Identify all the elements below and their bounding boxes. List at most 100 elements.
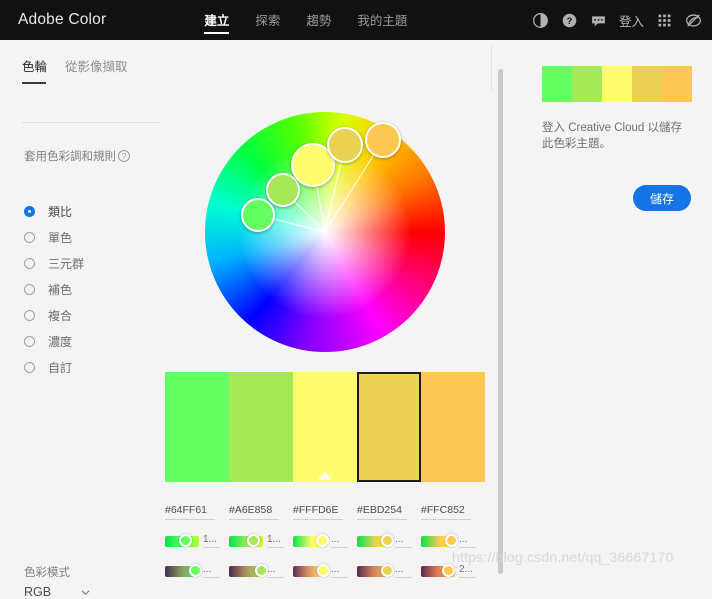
top-navigation-bar: Adobe Color 建立 探索 趨勢 我的主題 ? 登入 (0, 0, 712, 40)
hex-input-1[interactable]: #64FF61 (165, 504, 215, 520)
slider-secondary-5[interactable] (421, 564, 456, 577)
slider-secondary-knob-1[interactable] (189, 564, 203, 577)
theme-preview-strip (542, 66, 692, 102)
save-button[interactable]: 儲存 (633, 185, 691, 211)
slider-primary-2[interactable] (229, 534, 263, 547)
slider-primary-knob-2[interactable] (246, 534, 260, 547)
slider-primary-knob-5[interactable] (444, 534, 458, 547)
wheel-marker-5[interactable] (365, 122, 401, 158)
slider-secondary-knob-5[interactable] (442, 564, 456, 577)
rule-label: 三元群 (48, 256, 85, 271)
rule-option-analogous[interactable]: 類比 (24, 198, 84, 224)
rule-option-compound[interactable]: 複合 (24, 302, 84, 328)
slider-primary-cell-4: ... (357, 534, 421, 548)
radio-icon (24, 257, 35, 269)
rule-option-complementary[interactable]: 補色 (24, 276, 84, 302)
rule-option-shades[interactable]: 濃度 (24, 328, 84, 354)
slider-secondary-knob-2[interactable] (254, 564, 268, 577)
nav-item-explore[interactable]: 探索 (255, 10, 280, 30)
slider-primary-cell-3: ... (293, 534, 357, 548)
slider-primary-3[interactable] (293, 534, 330, 547)
color-palette-strip (165, 372, 485, 482)
slider-primary-cell-2: 1... (229, 534, 293, 548)
tab-color-wheel[interactable]: 色輪 (22, 56, 47, 84)
slider-primary-knob-3[interactable] (316, 534, 330, 547)
hex-input-2[interactable]: #A6E858 (229, 504, 279, 520)
rule-label: 濃度 (48, 334, 73, 349)
radio-icon (24, 361, 35, 373)
rule-label: 複合 (48, 308, 73, 323)
feedback-chat-icon[interactable] (590, 12, 607, 29)
hex-cell-5: #FFC852 (421, 500, 485, 520)
radio-icon (24, 205, 35, 217)
palette-swatch-1[interactable] (165, 372, 229, 482)
contrast-icon[interactable] (532, 12, 549, 29)
tab-divider (22, 122, 172, 123)
app-grid-icon[interactable] (656, 12, 673, 29)
preview-cell-5 (662, 66, 692, 102)
rule-option-triad[interactable]: 三元群 (24, 250, 84, 276)
palette-swatch-2[interactable] (229, 372, 293, 482)
help-circle-icon[interactable]: ? (561, 12, 578, 29)
rule-label: 補色 (48, 282, 73, 297)
slider-primary-value-1[interactable]: 1... (203, 534, 220, 548)
slider-primary-4[interactable] (357, 534, 394, 547)
main-nav-items: 建立 探索 趨勢 我的主題 (204, 10, 407, 34)
slider-primary-value-5[interactable]: ... (459, 534, 476, 548)
palette-swatch-5[interactable] (421, 372, 485, 482)
radio-icon (24, 335, 35, 347)
signin-link[interactable]: 登入 (619, 11, 644, 30)
slider-primary-knob-4[interactable] (380, 534, 394, 547)
slider-secondary-4[interactable] (357, 564, 394, 577)
hex-cell-4: #EBD254 (357, 500, 421, 520)
slider-primary-cell-5: ... (421, 534, 485, 548)
rule-option-custom[interactable]: 自訂 (24, 354, 84, 380)
harmony-rule-label: 套用色彩調和規則 (24, 151, 116, 163)
slider-secondary-1[interactable] (165, 564, 203, 577)
chevron-down-icon (81, 589, 90, 595)
wheel-marker-1[interactable] (241, 198, 275, 232)
hex-cell-1: #64FF61 (165, 500, 229, 520)
slider-secondary-knob-3[interactable] (317, 564, 331, 577)
slider-primary-knob-1[interactable] (178, 534, 192, 547)
save-prompt-text: 登入 Creative Cloud 以儲存此色彩主題。 (542, 122, 682, 150)
slider-primary-value-2[interactable]: 1... (267, 534, 284, 548)
svg-text:?: ? (567, 16, 573, 26)
left-sidebar: 色輪 從影像擷取 套用色彩調和規則 ? 類比 單色 三元群 補色 複合 濃度 自… (0, 40, 172, 599)
hex-input-3[interactable]: #FFFD6E (293, 504, 343, 520)
slider-primary-1[interactable] (165, 534, 199, 547)
color-wheel-container[interactable] (205, 112, 445, 352)
slider-primary-cell-1: 1... (165, 534, 229, 548)
hex-cell-2: #A6E858 (229, 500, 293, 520)
tab-extract-from-image[interactable]: 從影像擷取 (65, 56, 128, 84)
slider-secondary-3[interactable] (293, 564, 331, 577)
harmony-rule-list: 類比 單色 三元群 補色 複合 濃度 自訂 (24, 198, 84, 380)
rule-option-monochromatic[interactable]: 單色 (24, 224, 84, 250)
palette-swatch-3[interactable] (293, 372, 357, 482)
slider-row-primary: 1... 1............ (165, 534, 485, 548)
palette-swatch-4[interactable] (357, 372, 421, 482)
nav-item-my-themes[interactable]: 我的主題 (357, 10, 407, 30)
adobe-cloud-icon[interactable] (685, 12, 702, 29)
color-mode-label: 色彩模式 (24, 567, 70, 579)
color-mode-dropdown[interactable]: RGB (24, 585, 90, 599)
radio-icon (24, 309, 35, 321)
help-tooltip-icon[interactable]: ? (118, 150, 130, 162)
wheel-marker-4[interactable] (327, 127, 363, 163)
main-content-area: #64FF61 #A6E858 #FFFD6E #EBD254 #FFC852 1...… (160, 40, 500, 578)
rule-label: 自訂 (48, 360, 73, 375)
slider-secondary-2[interactable] (229, 564, 268, 577)
hex-input-4[interactable]: #EBD254 (357, 504, 407, 520)
slider-primary-value-3[interactable]: ... (331, 534, 348, 548)
preview-cell-4 (632, 66, 662, 102)
nav-item-trends[interactable]: 趨勢 (306, 10, 331, 30)
slider-primary-value-4[interactable]: ... (395, 534, 412, 548)
radio-icon (24, 283, 35, 295)
slider-secondary-knob-4[interactable] (380, 564, 394, 577)
slider-primary-5[interactable] (421, 534, 458, 547)
hex-values-row: #64FF61 #A6E858 #FFFD6E #EBD254 #FFC852 (165, 500, 485, 520)
preview-cell-1 (542, 66, 572, 102)
nav-item-create[interactable]: 建立 (204, 10, 230, 34)
hex-input-5[interactable]: #FFC852 (421, 504, 471, 520)
scrollbar-thumb[interactable] (498, 69, 503, 574)
